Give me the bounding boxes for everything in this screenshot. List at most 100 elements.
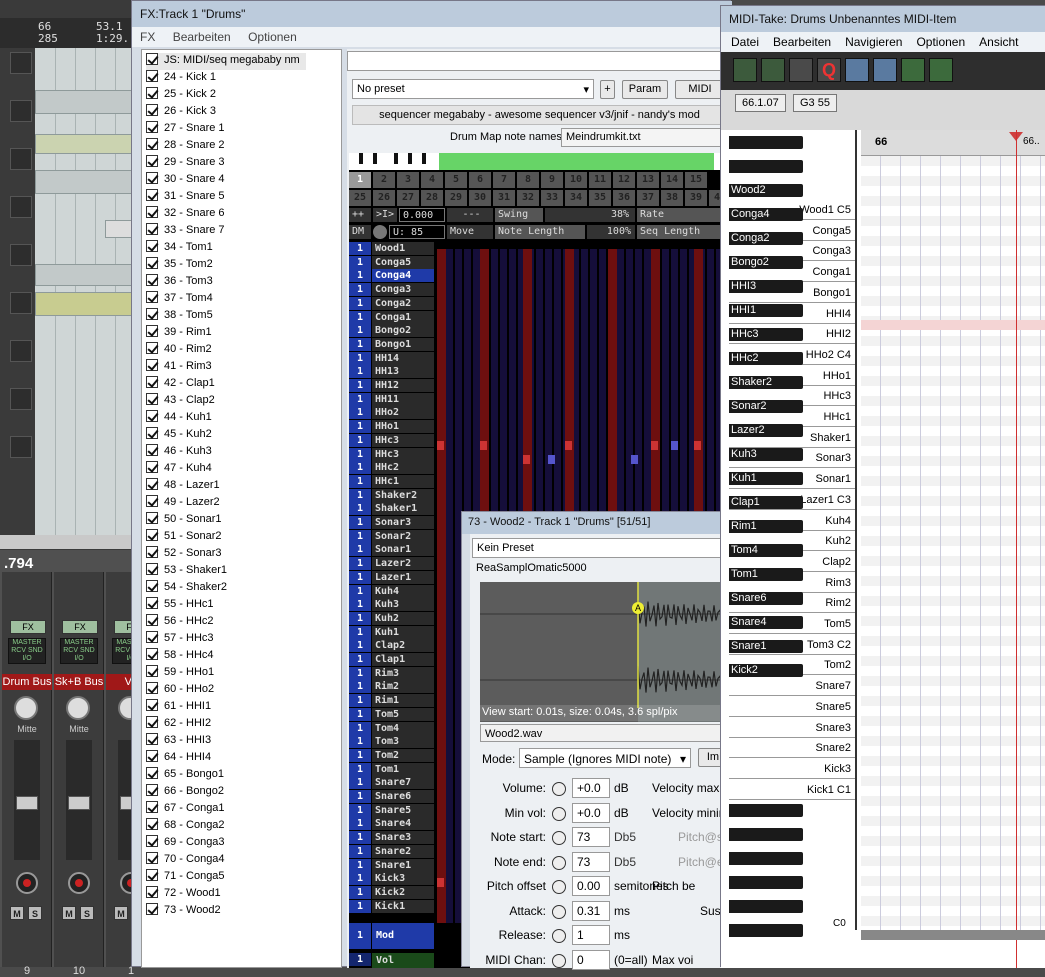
track-icon[interactable] — [10, 100, 32, 122]
checkbox-icon[interactable] — [146, 546, 158, 558]
white-key[interactable]: Snare7 — [729, 676, 855, 697]
fx-list-item[interactable]: 45 - Kuh2 — [146, 427, 212, 444]
black-key[interactable]: HHI3 — [729, 280, 803, 293]
checkbox-icon[interactable] — [146, 478, 158, 490]
mute-button[interactable]: M — [114, 906, 128, 920]
fx-list-item[interactable]: 32 - Snare 6 — [146, 206, 225, 223]
checkbox-icon[interactable] — [146, 614, 158, 626]
white-key[interactable]: Kick3 — [729, 759, 855, 779]
checkbox-icon[interactable] — [146, 70, 158, 82]
black-key[interactable]: Shaker2 — [729, 376, 803, 389]
black-key[interactable] — [729, 828, 803, 841]
checkbox-icon[interactable] — [146, 631, 158, 643]
fx-list-item[interactable]: 62 - HHI2 — [146, 716, 211, 733]
black-key[interactable]: Conga4 — [729, 208, 803, 221]
media-item[interactable] — [35, 264, 140, 286]
param-value[interactable]: 73 — [572, 851, 610, 872]
param-knob[interactable] — [552, 929, 566, 943]
param-value[interactable]: 0.00 — [572, 876, 610, 896]
checkbox-icon[interactable] — [146, 852, 158, 864]
step-note[interactable] — [651, 441, 658, 450]
fx-list-item[interactable]: 46 - Kuh3 — [146, 444, 212, 461]
timeline-ruler[interactable]: 66 285 53.1 1:29. — [0, 18, 140, 48]
track-icon[interactable] — [10, 196, 32, 218]
position-field[interactable]: 66.1.07 — [735, 94, 786, 112]
fx-list-item[interactable]: 68 - Conga2 — [146, 818, 225, 835]
fx-list-item[interactable]: 57 - HHc3 — [146, 631, 214, 648]
menu-ansicht[interactable]: Ansicht — [979, 35, 1018, 49]
fx-list-item[interactable]: 72 - Wood1 — [146, 886, 221, 903]
bars-icon[interactable] — [873, 58, 897, 82]
grid-icon[interactable] — [733, 58, 757, 82]
filter-icon[interactable] — [845, 58, 869, 82]
checkbox-icon[interactable] — [146, 580, 158, 592]
record-arm-button[interactable] — [16, 872, 38, 894]
sampler-preset-dropdown[interactable]: Kein Preset — [472, 538, 722, 558]
checkbox-icon[interactable] — [146, 172, 158, 184]
black-key[interactable]: Tom1 — [729, 568, 803, 581]
note-field[interactable]: G3 55 — [793, 94, 837, 112]
white-key[interactable]: Kick1 C1 — [729, 780, 855, 800]
fx-list-item[interactable]: 29 - Snare 3 — [146, 155, 225, 172]
menu-navigieren[interactable]: Navigieren — [845, 35, 902, 49]
checkbox-icon[interactable] — [146, 274, 158, 286]
param-value[interactable]: 73 — [572, 827, 610, 847]
track-icon[interactable] — [10, 52, 32, 74]
black-key[interactable]: Bongo2 — [729, 256, 803, 269]
solo-button[interactable]: S — [80, 906, 94, 920]
step-note[interactable] — [480, 441, 487, 450]
fx-list-item[interactable]: 33 - Snare 7 — [146, 223, 225, 240]
horizontal-scrollbar[interactable] — [861, 930, 1045, 940]
black-key[interactable]: Lazer2 — [729, 424, 803, 437]
checkbox-icon[interactable] — [146, 801, 158, 813]
checkbox-icon[interactable] — [146, 682, 158, 694]
fx-list-item[interactable]: 56 - HHc2 — [146, 614, 214, 631]
black-key[interactable] — [729, 924, 803, 937]
track-lanes[interactable] — [35, 48, 140, 540]
black-key[interactable]: Kuh3 — [729, 448, 803, 461]
checkbox-icon[interactable] — [146, 87, 158, 99]
checkbox-icon[interactable] — [146, 733, 158, 745]
record-arm-button[interactable] — [68, 872, 90, 894]
param-knob[interactable] — [552, 806, 566, 821]
menu-bearbeiten[interactable]: Bearbeiten — [773, 35, 831, 49]
checkbox-icon[interactable] — [146, 427, 158, 439]
checkbox-icon[interactable] — [146, 257, 158, 269]
checkbox-icon[interactable] — [146, 410, 158, 422]
track-icon[interactable] — [10, 340, 32, 362]
fx-list-item[interactable]: 39 - Rim1 — [146, 325, 212, 342]
menu-datei[interactable]: Datei — [731, 35, 759, 49]
fx-list-item[interactable]: 64 - HHI4 — [146, 750, 211, 767]
fx-list-item[interactable]: 28 - Snare 2 — [146, 138, 225, 155]
media-item[interactable] — [35, 292, 140, 316]
media-item[interactable] — [35, 170, 140, 194]
mute-button[interactable]: M — [10, 906, 24, 920]
checkbox-icon[interactable] — [146, 240, 158, 252]
volume-fader[interactable] — [66, 740, 92, 860]
param-knob[interactable] — [552, 904, 566, 919]
fx-list-item[interactable]: 31 - Snare 5 — [146, 189, 225, 206]
checkbox-icon[interactable] — [146, 750, 158, 762]
param-knob[interactable] — [552, 782, 566, 796]
fx-button[interactable]: FX — [10, 620, 46, 634]
menu-bearbeiten[interactable]: Bearbeiten — [173, 30, 231, 44]
checkbox-icon[interactable] — [146, 835, 158, 847]
black-key[interactable]: Sonar2 — [729, 400, 803, 413]
palette-icon[interactable] — [789, 58, 813, 82]
checkbox-icon[interactable] — [146, 444, 158, 456]
param-knob[interactable] — [552, 953, 566, 968]
fx-list-item[interactable]: 35 - Tom2 — [146, 257, 213, 274]
param-value[interactable]: +0.0 — [572, 778, 610, 798]
checkbox-icon[interactable] — [146, 818, 158, 830]
io-button[interactable]: MASTERRCV SNDI/O — [60, 638, 98, 664]
fx-list-item[interactable]: 61 - HHI1 — [146, 699, 211, 716]
preset-dropdown[interactable]: No preset ▾ — [352, 79, 594, 99]
waveform-display[interactable]: A View start: 0.01s, size: 0.04s, 3.6 sp… — [480, 582, 728, 722]
checkbox-icon[interactable] — [146, 138, 158, 150]
checkbox-icon[interactable] — [146, 597, 158, 609]
quantize-icon[interactable]: Q — [817, 58, 841, 82]
media-item[interactable] — [35, 134, 140, 154]
mode-dropdown[interactable]: Sample (Ignores MIDI note) ▾ — [519, 748, 691, 768]
fx-list-item[interactable]: 51 - Sonar2 — [146, 529, 221, 546]
black-key[interactable]: Kick2 — [729, 664, 803, 677]
